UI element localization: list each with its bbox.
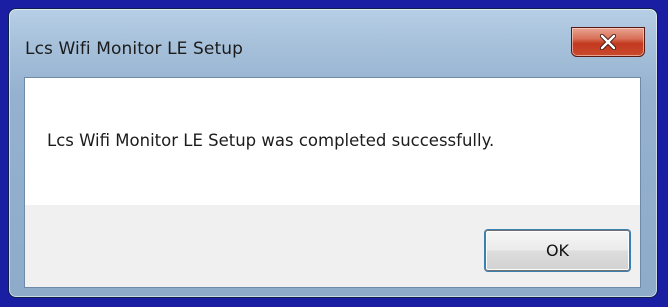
completion-message: Lcs Wifi Monitor LE Setup was completed … <box>47 131 495 150</box>
ok-button[interactable]: OK <box>485 230 630 271</box>
close-x-icon <box>599 34 617 50</box>
title-bar[interactable]: Lcs Wifi Monitor LE Setup <box>9 9 657 77</box>
close-button[interactable] <box>571 27 645 57</box>
message-panel: Lcs Wifi Monitor LE Setup was completed … <box>25 78 640 205</box>
dialog-client-area: Lcs Wifi Monitor LE Setup was completed … <box>24 77 641 288</box>
window-title: Lcs Wifi Monitor LE Setup <box>25 39 243 59</box>
button-panel: OK <box>25 205 640 287</box>
setup-dialog-window: Lcs Wifi Monitor LE Setup Lcs Wifi Monit… <box>8 8 658 298</box>
